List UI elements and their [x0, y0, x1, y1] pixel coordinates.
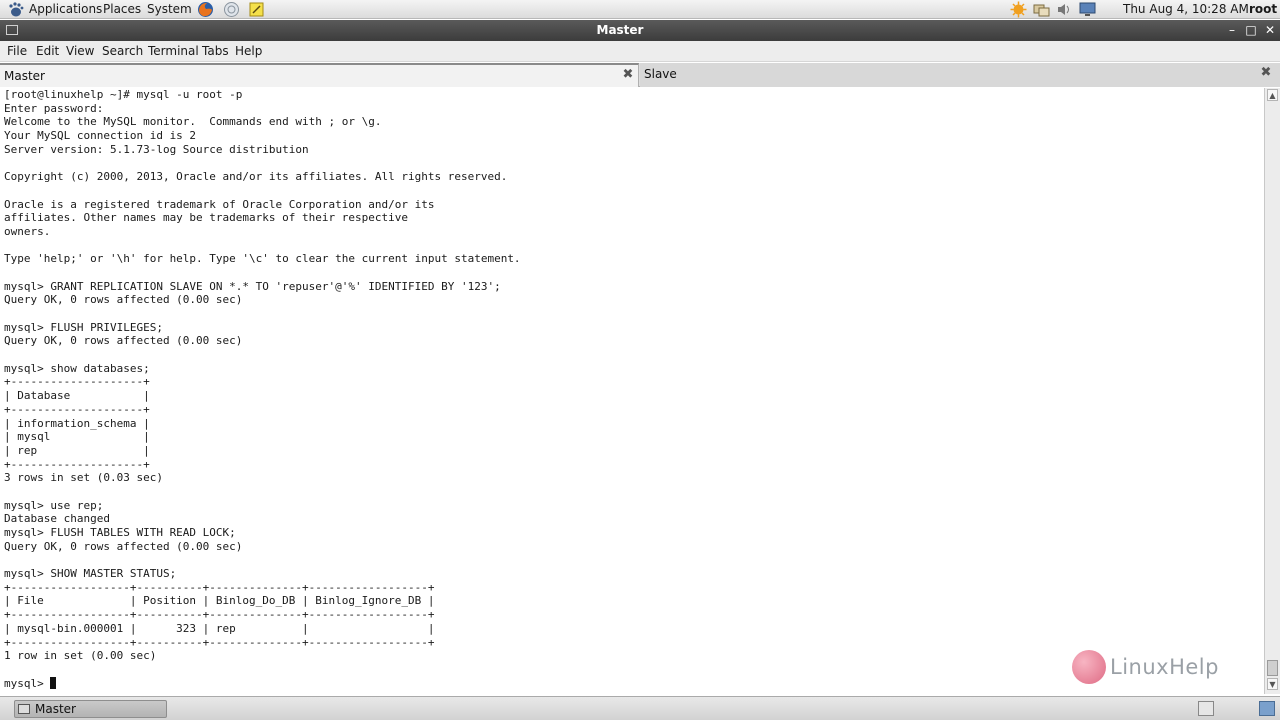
- terminal-line: Query OK, 0 rows affected (0.00 sec): [4, 334, 243, 348]
- terminal-line: +------------------+----------+---------…: [4, 608, 435, 622]
- terminal-line: +--------------------+: [4, 375, 150, 389]
- menu-edit[interactable]: Edit: [36, 44, 59, 59]
- tab-slave[interactable]: Slave ✖: [640, 63, 1280, 87]
- scroll-down-icon[interactable]: ▼: [1267, 678, 1278, 690]
- menu-tabs[interactable]: Tabs: [202, 44, 229, 59]
- terminal-line: mysql> GRANT REPLICATION SLAVE ON *.* TO…: [4, 279, 501, 293]
- terminal-line: | Database |: [4, 389, 150, 403]
- menu-help[interactable]: Help: [235, 44, 262, 59]
- update-icon[interactable]: [1010, 1, 1027, 18]
- terminal-line: | File | Position | Binlog_Do_DB | Binlo…: [4, 594, 435, 608]
- close-icon[interactable]: ✖: [1259, 66, 1273, 80]
- menu-file[interactable]: File: [7, 44, 27, 59]
- terminal-line: Server version: 5.1.73-log Source distri…: [4, 142, 309, 156]
- network-tray-icon[interactable]: [1033, 1, 1050, 18]
- terminal-line: Your MySQL connection id is 2: [4, 129, 197, 143]
- terminal-line: [root@linuxhelp ~]# mysql -u root -p: [4, 88, 243, 101]
- terminal-line: | rep |: [4, 443, 150, 457]
- panel-user[interactable]: root: [1249, 2, 1277, 17]
- terminal-line: | mysql-bin.000001 | 323 | rep | |: [4, 621, 435, 635]
- terminal-line: Type 'help;' or '\h' for help. Type '\c'…: [4, 252, 521, 266]
- scrollbar[interactable]: ▲ ▼: [1264, 88, 1280, 694]
- terminal-line: +------------------+----------+---------…: [4, 635, 435, 649]
- terminal-line: | information_schema |: [4, 416, 150, 430]
- linuxhelp-watermark: LinuxHelp: [1072, 650, 1227, 686]
- terminal-icon: [18, 704, 30, 714]
- tab-label: Slave: [644, 67, 677, 81]
- terminal-output[interactable]: [root@linuxhelp ~]# mysql -u root -p Ente…: [0, 88, 1264, 694]
- tab-bar: Master ✖ Slave ✖: [0, 63, 1280, 87]
- top-panel: Applications Places System Thu Aug 4, 10…: [0, 0, 1280, 19]
- minimize-icon[interactable]: –: [1224, 22, 1240, 38]
- text-editor-icon[interactable]: [248, 1, 265, 18]
- firefox-icon[interactable]: [197, 1, 214, 18]
- gnome-foot-icon[interactable]: [7, 1, 24, 18]
- terminal-line: mysql> FLUSH TABLES WITH READ LOCK;: [4, 526, 236, 539]
- terminal-line: Welcome to the MySQL monitor. Commands e…: [4, 115, 382, 129]
- terminal-line: Database changed: [4, 512, 110, 526]
- bottom-panel: Master: [0, 696, 1280, 720]
- show-desktop-icon[interactable]: [1198, 701, 1214, 716]
- terminal-text: [root@linuxhelp ~]# mysql -u root -p Ente…: [4, 88, 521, 690]
- terminal-line: 1 row in set (0.00 sec): [4, 649, 157, 663]
- tab-master[interactable]: Master ✖: [0, 63, 639, 87]
- menu-search[interactable]: Search: [102, 44, 143, 59]
- text-cursor: [50, 676, 57, 689]
- taskbar-window-button[interactable]: Master: [14, 700, 167, 718]
- terminal-line: Copyright (c) 2000, 2013, Oracle and/or …: [4, 170, 508, 184]
- menubar: File Edit View Search Terminal Tabs Help: [0, 41, 1280, 62]
- workspace-switcher[interactable]: [1259, 701, 1275, 716]
- terminal-line: mysql> FLUSH PRIVILEGES;: [4, 320, 163, 334]
- terminal-prompt-line[interactable]: mysql>: [4, 676, 521, 691]
- menu-system[interactable]: System: [147, 2, 192, 17]
- terminal-line: +------------------+----------+---------…: [4, 580, 435, 594]
- terminal-line: Enter password:: [4, 101, 104, 115]
- window-title: Master: [596, 23, 644, 37]
- terminal-line: mysql> SHOW MASTER STATUS;: [4, 567, 177, 581]
- scroll-thumb[interactable]: [1267, 660, 1278, 676]
- volume-icon[interactable]: [1056, 1, 1073, 18]
- terminal-line: owners.: [4, 224, 51, 238]
- watermark-text: LinuxHelp: [1110, 655, 1219, 679]
- window-titlebar[interactable]: Master – □ ✕: [0, 20, 1280, 41]
- tab-label: Master: [4, 69, 45, 83]
- display-icon[interactable]: [1079, 1, 1096, 18]
- scroll-up-icon[interactable]: ▲: [1267, 89, 1278, 101]
- terminal-line: mysql> use rep;: [4, 498, 104, 512]
- maximize-icon[interactable]: □: [1243, 22, 1259, 38]
- menu-terminal[interactable]: Terminal: [148, 44, 199, 59]
- terminal-line: | mysql |: [4, 430, 150, 444]
- terminal-line: 3 rows in set (0.03 sec): [4, 471, 163, 485]
- menu-applications[interactable]: Applications: [29, 2, 102, 17]
- terminal-line: affiliates. Other names may be trademark…: [4, 211, 408, 225]
- terminal-line: Query OK, 0 rows affected (0.00 sec): [4, 539, 243, 553]
- linuxhelp-logo-icon: [1072, 650, 1106, 684]
- panel-clock[interactable]: Thu Aug 4, 10:28 AM: [1123, 2, 1249, 17]
- terminal-line: +--------------------+: [4, 402, 150, 416]
- close-icon[interactable]: ✕: [1262, 22, 1278, 38]
- taskbar-label: Master: [35, 702, 76, 716]
- terminal-line: +--------------------+: [4, 457, 150, 471]
- terminal-line: Query OK, 0 rows affected (0.00 sec): [4, 293, 243, 307]
- close-icon[interactable]: ✖: [621, 68, 635, 82]
- menu-view[interactable]: View: [66, 44, 94, 59]
- menu-places[interactable]: Places: [103, 2, 141, 17]
- terminal-line: mysql> show databases;: [4, 361, 150, 375]
- terminal-line: Oracle is a registered trademark of Orac…: [4, 197, 435, 211]
- network-icon[interactable]: [223, 1, 240, 18]
- terminal-prompt: mysql>: [4, 676, 51, 690]
